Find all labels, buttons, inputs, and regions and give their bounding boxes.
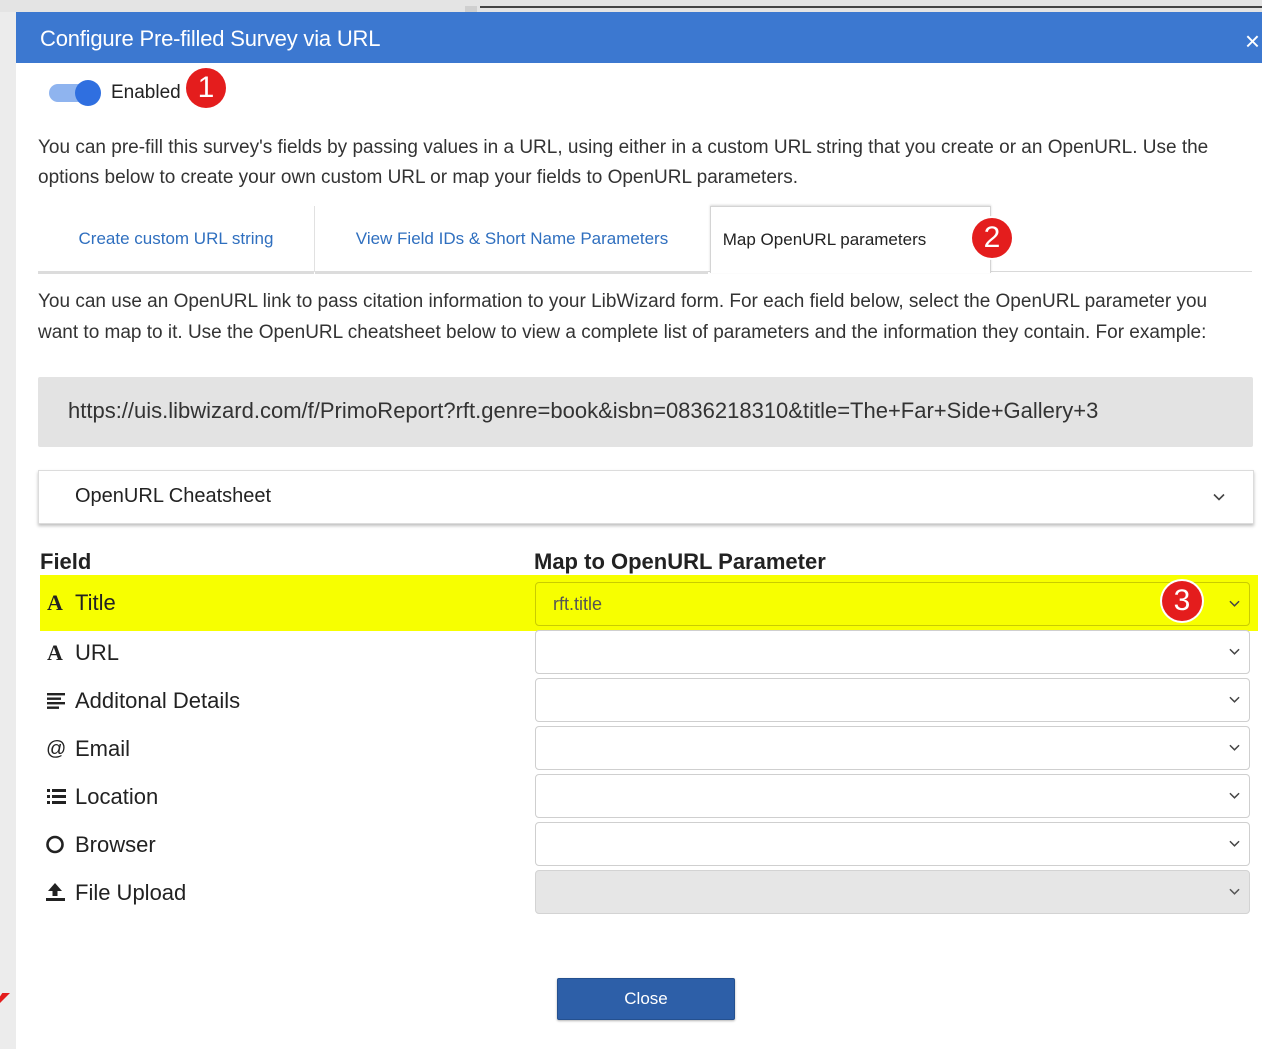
close-icon[interactable]: × xyxy=(1245,28,1260,54)
example-url: https://uis.libwizard.com/f/PrimoReport?… xyxy=(68,398,1099,423)
upload-icon xyxy=(46,883,65,901)
openurl-select-email[interactable] xyxy=(535,726,1250,770)
map-column-header: Map to OpenURL Parameter xyxy=(534,549,826,574)
toggle-knob xyxy=(75,80,101,106)
field-name-file-upload: File Upload xyxy=(75,880,187,905)
field-name-additional-details: Additonal Details xyxy=(75,688,241,713)
chevron-down-icon xyxy=(1229,600,1240,607)
tab-create-custom-url[interactable]: Create custom URL string xyxy=(38,206,314,272)
svg-text:@: @ xyxy=(46,738,66,760)
dialog-header: Configure Pre-filled Survey via URL × xyxy=(16,12,1262,63)
chevron-down-icon xyxy=(1229,696,1240,703)
annotation-badge-1: 1 xyxy=(186,68,226,108)
tab-view-field-ids[interactable]: View Field IDs & Short Name Parameters xyxy=(314,206,709,272)
chevron-down-icon xyxy=(1229,840,1240,847)
openurl-select-url[interactable] xyxy=(535,630,1250,674)
field-name-browser: Browser xyxy=(75,832,156,857)
enabled-label: Enabled xyxy=(111,82,181,103)
configure-prefill-dialog: Configure Pre-filled Survey via URL × En… xyxy=(16,12,1262,1049)
enabled-toggle[interactable] xyxy=(49,80,101,106)
chevron-down-icon xyxy=(1229,888,1240,895)
chevron-down-icon xyxy=(1229,744,1240,751)
example-url-box: https://uis.libwizard.com/f/PrimoReport?… xyxy=(38,377,1253,447)
dialog-title: Configure Pre-filled Survey via URL xyxy=(40,26,381,51)
field-name-url: URL xyxy=(75,640,120,665)
annotation-badge-3: 3 xyxy=(1162,581,1202,621)
field-name-email: Email xyxy=(75,736,131,761)
chevron-down-icon xyxy=(1213,493,1225,501)
select-value: rft.title xyxy=(553,594,603,614)
background-window-strip xyxy=(0,0,1262,12)
openurl-select-file-upload xyxy=(535,870,1250,914)
chevron-down-icon xyxy=(1229,648,1240,655)
openurl-select-additional-details[interactable] xyxy=(535,678,1250,722)
openurl-description: You can use an OpenURL link to pass cita… xyxy=(38,291,1208,343)
list-icon xyxy=(47,789,66,804)
openurl-select-title[interactable]: rft.title xyxy=(535,582,1250,626)
chevron-down-icon xyxy=(1229,792,1240,799)
tab-map-openurl[interactable]: Map OpenURL parameters xyxy=(710,206,991,273)
openurl-select-browser[interactable] xyxy=(535,822,1250,866)
openurl-select-location[interactable] xyxy=(535,774,1250,818)
background-line xyxy=(480,6,1262,8)
field-column-header: Field xyxy=(40,549,92,574)
at-icon: @ xyxy=(46,738,66,760)
field-name-location: Location xyxy=(75,784,159,809)
text-icon: A xyxy=(47,590,63,614)
text-icon: A xyxy=(47,640,63,664)
tab-map-openurl-label: Map OpenURL parameters xyxy=(722,230,927,249)
close-button[interactable]: Close xyxy=(557,978,735,1020)
intro-text: You can pre-fill this survey's fields by… xyxy=(38,137,1209,188)
annotation-badge-2: 2 xyxy=(972,218,1012,258)
paragraph-icon xyxy=(47,693,65,709)
openurl-cheatsheet-accordion[interactable]: OpenURL Cheatsheet xyxy=(38,470,1254,524)
cheatsheet-label: OpenURL Cheatsheet xyxy=(75,485,272,507)
radio-icon xyxy=(46,835,64,854)
tab-bar: Create custom URL string View Field IDs … xyxy=(38,206,1252,274)
svg-text:A: A xyxy=(47,590,63,614)
svg-text:A: A xyxy=(47,640,63,664)
field-name-title: Title xyxy=(75,590,116,615)
